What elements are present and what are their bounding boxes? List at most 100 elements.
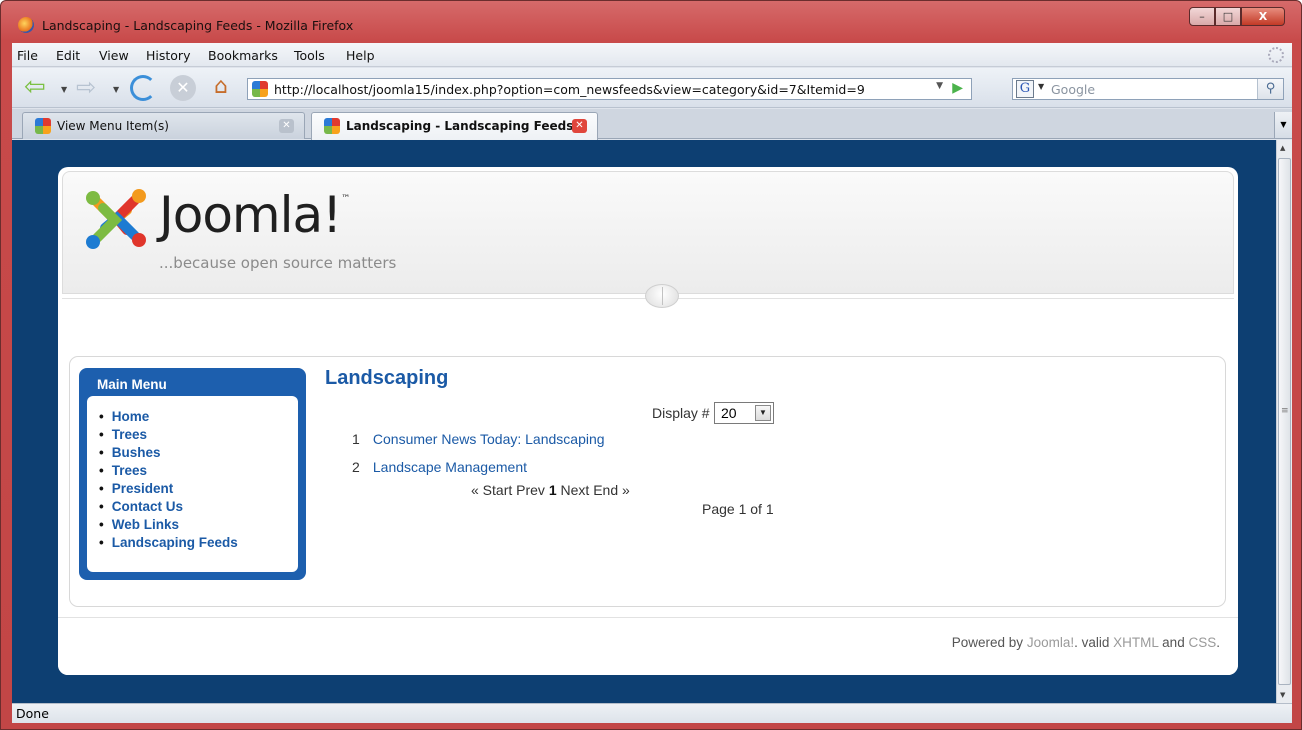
site-favicon-icon: [252, 81, 268, 97]
back-arrow-icon[interactable]: ⇦: [24, 74, 52, 101]
scroll-down-icon[interactable]: ▼: [1280, 691, 1285, 699]
tab-bar: View Menu Item(s) ✕ Landscaping - Landsc…: [12, 109, 1292, 140]
search-engine-dropdown-icon[interactable]: ▼: [1038, 82, 1044, 91]
home-icon[interactable]: ⌂: [208, 75, 234, 101]
tab-label: Landscaping - Landscaping Feeds: [346, 119, 574, 133]
menu-history[interactable]: History: [146, 48, 190, 63]
go-arrow-icon[interactable]: ▶: [952, 80, 963, 96]
close-button[interactable]: X: [1241, 7, 1285, 26]
menu-view[interactable]: View: [99, 48, 129, 63]
pager-end: End »: [593, 482, 630, 498]
main-menu-list-container: Home Trees Bushes Trees President Contac…: [87, 396, 298, 572]
stop-icon[interactable]: ✕: [170, 75, 196, 101]
display-count-label: Display #: [652, 405, 710, 421]
menu-item-contact-us[interactable]: Contact Us: [99, 498, 238, 516]
tab-view-menu-items[interactable]: View Menu Item(s) ✕: [22, 112, 305, 139]
menu-help[interactable]: Help: [346, 48, 375, 63]
feed-link[interactable]: Consumer News Today: Landscaping: [373, 431, 605, 447]
display-count-select[interactable]: 20 ▼: [714, 402, 774, 424]
display-count-value: 20: [721, 405, 737, 421]
footer-css-link[interactable]: CSS: [1188, 635, 1216, 650]
feed-number: 1: [352, 431, 360, 447]
menu-bar: File Edit View History Bookmarks Tools H…: [12, 43, 1292, 67]
status-bar: Done: [12, 703, 1292, 723]
joomla-logo-text: Joomla!: [159, 186, 342, 244]
footer-xhtml-link[interactable]: XHTML: [1113, 635, 1158, 650]
footer-and: and: [1162, 635, 1185, 650]
url-history-dropdown-icon[interactable]: ▼: [936, 81, 943, 91]
search-placeholder[interactable]: Google: [1051, 82, 1095, 97]
menu-tools[interactable]: Tools: [294, 48, 325, 63]
footer-text: Powered by Joomla!. valid XHTML and CSS.: [952, 635, 1220, 650]
trademark: ™: [341, 194, 350, 204]
joomla-wordmark: Joomla!™: [159, 186, 350, 244]
footer-joomla-link[interactable]: Joomla!: [1027, 635, 1074, 650]
throbber-icon: [1268, 47, 1284, 63]
select-dropdown-icon[interactable]: ▼: [755, 405, 771, 421]
menu-bookmarks[interactable]: Bookmarks: [208, 48, 278, 63]
joomla-favicon-icon: [35, 118, 51, 134]
site-tagline: ...because open source matters: [159, 254, 397, 272]
page-count: Page 1 of 1: [702, 501, 774, 517]
site-header: Joomla!™ ...because open source matters: [62, 171, 1234, 294]
footer-valid: . valid: [1074, 635, 1110, 650]
search-box[interactable]: G ▼ Google ⚲: [1012, 78, 1284, 100]
title-bar: Landscaping - Landscaping Feeds - Mozill…: [1, 1, 1301, 43]
page-viewport: Joomla!™ ...because open source matters …: [12, 140, 1276, 703]
main-content-area: Main Menu Home Trees Bushes Trees Presid…: [69, 356, 1226, 607]
browser-client: File Edit View History Bookmarks Tools H…: [12, 43, 1292, 723]
site-footer: Powered by Joomla!. valid XHTML and CSS.: [58, 617, 1238, 675]
menu-item-trees-2[interactable]: Trees: [99, 462, 238, 480]
forward-history-dropdown-icon[interactable]: ▼: [113, 85, 119, 94]
minimize-button[interactable]: –: [1189, 7, 1215, 26]
maximize-button[interactable]: □: [1215, 7, 1241, 26]
pager-current: 1: [548, 482, 557, 498]
divider-knob-icon: [645, 284, 679, 308]
browser-window: Landscaping - Landscaping Feeds - Mozill…: [0, 0, 1302, 730]
menu-item-web-links[interactable]: Web Links: [99, 516, 238, 534]
scrollbar-grip-icon: ≡: [1281, 406, 1289, 416]
google-engine-icon[interactable]: G: [1016, 80, 1034, 98]
feed-link[interactable]: Landscape Management: [373, 459, 527, 475]
main-menu-module: Main Menu Home Trees Bushes Trees Presid…: [79, 368, 306, 580]
tab-close-icon[interactable]: ✕: [279, 119, 294, 133]
list-all-tabs-icon[interactable]: ▼: [1274, 112, 1292, 138]
menu-item-bushes[interactable]: Bushes: [99, 444, 238, 462]
main-menu-title: Main Menu: [97, 377, 167, 392]
tab-landscaping-feeds[interactable]: Landscaping - Landscaping Feeds ✕: [311, 112, 598, 140]
forward-arrow-icon[interactable]: ⇨: [76, 75, 104, 101]
tab-close-icon[interactable]: ✕: [572, 119, 587, 133]
firefox-icon: [18, 17, 34, 33]
pager-prev: Prev: [516, 482, 545, 498]
status-text: Done: [16, 706, 49, 721]
menu-edit[interactable]: Edit: [56, 48, 80, 63]
pagination: « Start Prev 1 Next End »: [471, 482, 630, 498]
vertical-scrollbar[interactable]: ▲ ≡ ▼: [1276, 140, 1292, 703]
reload-icon[interactable]: [130, 75, 156, 101]
pager-next: Next: [560, 482, 590, 498]
menu-item-trees[interactable]: Trees: [99, 426, 238, 444]
main-menu-list: Home Trees Bushes Trees President Contac…: [99, 408, 238, 552]
footer-dot: .: [1216, 635, 1220, 650]
url-bar[interactable]: http://localhost/joomla15/index.php?opti…: [247, 78, 972, 100]
category-content: Landscaping Display # 20 ▼ 1 Consumer Ne…: [325, 365, 1215, 595]
feed-row: 2 Landscape Management: [352, 459, 527, 475]
window-title: Landscaping - Landscaping Feeds - Mozill…: [42, 18, 354, 33]
window-controls: – □ X: [1189, 7, 1285, 26]
menu-item-home[interactable]: Home: [99, 408, 238, 426]
menu-item-landscaping-feeds[interactable]: Landscaping Feeds: [99, 534, 238, 552]
joomla-favicon-icon: [324, 118, 340, 134]
joomla-page: Joomla!™ ...because open source matters …: [58, 167, 1238, 675]
scrollbar-thumb[interactable]: [1278, 158, 1291, 685]
menu-item-president[interactable]: President: [99, 480, 238, 498]
scroll-up-icon[interactable]: ▲: [1280, 144, 1285, 152]
tab-label: View Menu Item(s): [57, 119, 169, 133]
joomla-logo-icon[interactable]: [81, 184, 151, 254]
back-history-dropdown-icon[interactable]: ▼: [61, 85, 67, 94]
pager-start: « Start: [471, 482, 513, 498]
navigation-toolbar: ⇦ ▼ ⇨ ▼ ✕ ⌂ http://localhost/joomla15/in…: [12, 68, 1292, 108]
url-text[interactable]: http://localhost/joomla15/index.php?opti…: [274, 82, 865, 97]
category-title: Landscaping: [325, 367, 449, 389]
search-magnifier-icon[interactable]: ⚲: [1257, 79, 1283, 99]
menu-file[interactable]: File: [17, 48, 38, 63]
